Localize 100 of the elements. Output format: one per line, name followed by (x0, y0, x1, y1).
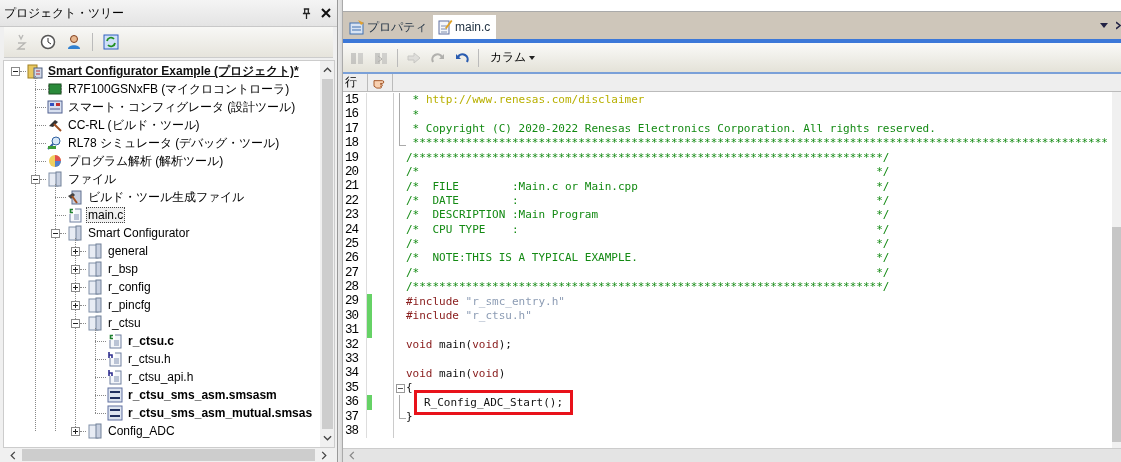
tree-item[interactable]: r_ctsu.h (126, 351, 173, 367)
line-number: 25 (343, 236, 367, 252)
tree-item[interactable]: ファイル (66, 171, 118, 187)
scrollbar-thumb[interactable] (321, 79, 333, 429)
pie-chart-icon (47, 153, 63, 169)
project-folder-icon (27, 63, 43, 79)
line-number: 35 (343, 380, 367, 396)
collapse-icon[interactable] (51, 228, 60, 238)
pin-icon[interactable] (302, 7, 311, 19)
code-line: /* DESCRIPTION :Main Program */ (406, 208, 890, 223)
collapse-icon[interactable] (11, 66, 20, 76)
scrollbar-thumb[interactable] (22, 449, 315, 461)
code-line: { (406, 381, 413, 395)
tree-item[interactable]: r_ctsu_api.h (126, 369, 196, 385)
line-number: 19 (343, 150, 367, 165)
line-number: 15 (343, 93, 367, 108)
code-line: * Copyright (C) 2020-2022 Renesas Electronics Corporation. All rights reserved. (411, 121, 936, 136)
tree-item[interactable]: Config_ADC (106, 423, 177, 439)
collapse-icon[interactable] (31, 174, 40, 184)
scroll-up-icon[interactable] (322, 67, 332, 73)
expand-icon[interactable] (71, 282, 80, 292)
line-number: 24 (343, 222, 367, 237)
code-line: ********************************************************************************************************* (411, 136, 1108, 151)
code-line: /* */ (406, 237, 890, 252)
code-line: #include "r_ctsu.h" (406, 309, 532, 324)
scrollbar-thumb[interactable] (1112, 227, 1121, 442)
folder-icon (67, 225, 83, 241)
collapse-icon[interactable] (395, 383, 405, 393)
code-line: /* NOTE:THIS IS A TYPICAL EXAMPLE. */ (406, 251, 890, 266)
chip-icon (47, 81, 63, 97)
document-edit-icon (437, 19, 453, 35)
line-number: 20 (343, 164, 367, 180)
tree-item[interactable]: r_bsp (106, 261, 141, 277)
code-line: } (406, 409, 413, 424)
properties-icon (349, 19, 365, 35)
line-number: 17 (343, 121, 367, 137)
line-number: 18 (343, 136, 367, 151)
tree-item[interactable]: CC-RL (ビルド・ツール) (66, 117, 202, 133)
panel-title: プロジェクト・ツリー (4, 4, 125, 22)
tree-item[interactable]: RL78 シミュレータ (デバッグ・ツール) (66, 135, 282, 151)
hammer-icon (47, 117, 63, 133)
column-menu-button[interactable]: カラム (487, 47, 538, 68)
line-number: 38 (343, 424, 367, 439)
tree-item[interactable]: r_ctsu (106, 315, 143, 331)
tree-item[interactable]: プログラム解析 (解析ツール) (66, 153, 226, 169)
dropdown-caret-icon[interactable] (1100, 23, 1108, 28)
clock-icon[interactable] (40, 34, 56, 50)
code-line: /***********************************************************************/ (406, 280, 890, 295)
component-icon (47, 99, 63, 115)
tree-item[interactable]: r_ctsu_sms_asm_mutual.smsas (126, 405, 315, 421)
scroll-down-icon[interactable] (322, 435, 332, 441)
expand-icon[interactable] (71, 300, 80, 310)
folder-icon (87, 279, 103, 295)
code-line: * http://www.renesas.com/disclaimer (411, 93, 645, 108)
tree-item[interactable]: r_config (106, 279, 153, 295)
line-number: 32 (343, 337, 367, 353)
c-document-icon (67, 207, 83, 223)
tool-folder-icon (67, 189, 83, 205)
code-line: /* */ (406, 265, 890, 280)
scroll-right-icon[interactable] (321, 450, 327, 460)
code-line: * (411, 107, 420, 122)
line-number: 22 (343, 193, 367, 209)
line-number: 23 (343, 208, 367, 223)
tree-item[interactable]: Smart Configurator (86, 225, 192, 241)
expand-icon[interactable] (71, 246, 80, 256)
collapse-icon[interactable] (71, 318, 80, 328)
code-line: /* */ (406, 165, 890, 180)
code-line: #include "r_smc_entry.h" (406, 294, 565, 309)
line-number: 16 (343, 107, 367, 122)
tree-item[interactable]: Smart Configurator Example (プロジェクト)* (46, 63, 301, 79)
h-document-icon (107, 369, 123, 385)
tree-item[interactable]: r_ctsu_sms_asm.smsasm (126, 387, 279, 403)
scroll-left-icon[interactable] (10, 450, 16, 460)
person-icon[interactable] (66, 34, 82, 50)
code-line: void main(void) (406, 366, 506, 381)
tree-item[interactable]: main.c (86, 207, 126, 223)
line-number: 37 (343, 409, 367, 424)
tree-item[interactable]: r_ctsu.c (126, 333, 177, 349)
refresh-icon[interactable] (103, 34, 119, 50)
magnifier-icon (47, 135, 63, 151)
tree-item[interactable]: R7F100GSNxFB (マイクロコントローラ) (66, 81, 292, 97)
tab[interactable]: プロパティ (345, 15, 433, 39)
column-header: 行 (343, 74, 368, 91)
tree-item[interactable]: general (106, 243, 151, 259)
tree-item[interactable]: r_pincfg (106, 297, 153, 313)
code-line: /* DATE : */ (406, 193, 890, 208)
code-line: /* CPU TYPE : */ (406, 222, 890, 237)
tree-item[interactable]: ビルド・ツール生成ファイル (86, 189, 246, 205)
folder-icon (87, 297, 103, 313)
tree-item[interactable]: スマート・コンフィグレータ (設計ツール) (66, 99, 298, 115)
folder-icon (87, 261, 103, 277)
line-number: 26 (343, 251, 367, 266)
code-line: void main(void); (406, 337, 512, 352)
line-number: 28 (343, 280, 367, 295)
code-line: /* FILE :Main.c or Main.cpp */ (406, 179, 890, 194)
folder-icon (87, 243, 103, 259)
expand-icon[interactable] (71, 264, 80, 274)
caret-icon (529, 55, 535, 60)
expand-icon[interactable] (71, 426, 80, 436)
tab[interactable]: main.c (433, 15, 497, 39)
